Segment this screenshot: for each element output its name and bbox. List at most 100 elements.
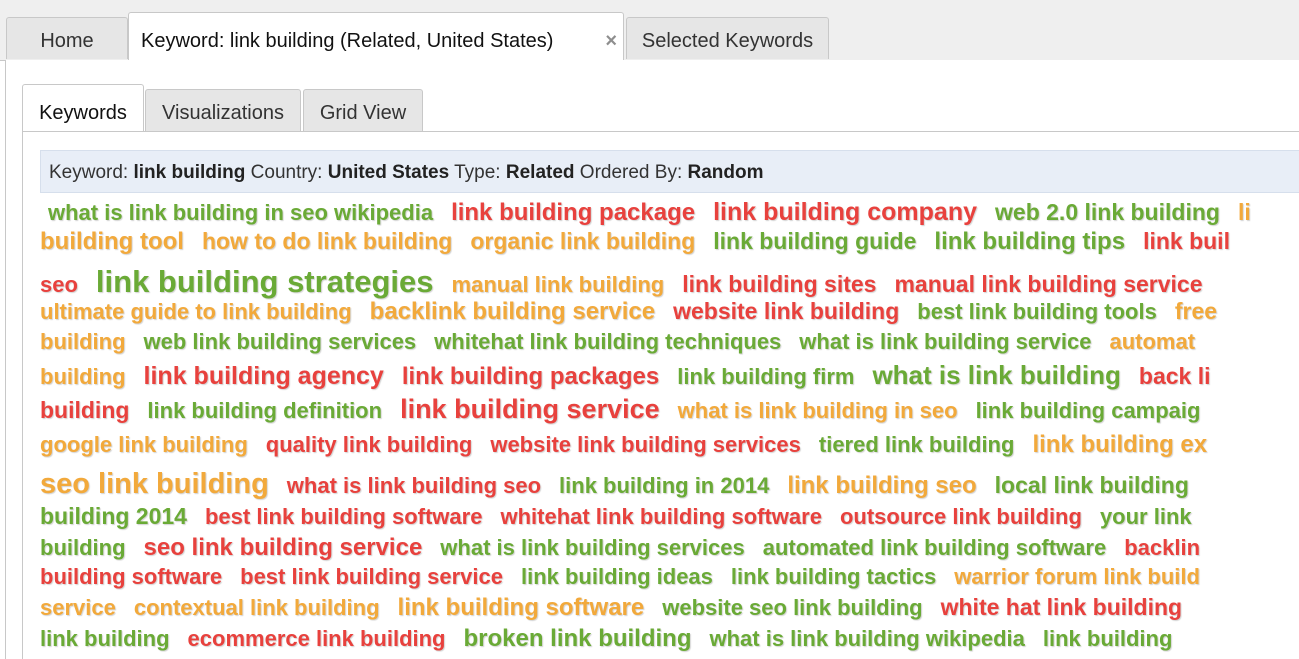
keyword-row: ultimate guide to link building backlink … <box>40 298 1235 330</box>
keyword-item[interactable]: automat <box>1109 329 1195 355</box>
keyword-item[interactable]: what is link building in seo wikipedia <box>48 200 433 226</box>
keyword-item[interactable]: free <box>1175 298 1217 325</box>
keyword-item[interactable]: backlin <box>1124 535 1200 561</box>
keyword-item[interactable]: what is link building service <box>799 329 1091 355</box>
keyword-label: Keyword: <box>49 162 129 183</box>
keyword-item[interactable]: broken link building <box>464 625 692 653</box>
keyword-item[interactable]: whitehat link building techniques <box>434 329 781 355</box>
keyword-item[interactable]: link building <box>1043 626 1173 652</box>
keyword-row: building tool how to do link building orga… <box>40 228 1248 260</box>
tab-keyword-label: Keyword: link building (Related, United … <box>141 30 554 52</box>
keyword-item[interactable]: building tool <box>40 228 184 256</box>
keyword-item[interactable]: li <box>1238 199 1251 226</box>
keyword-item[interactable]: link building firm <box>677 364 854 390</box>
keyword-item[interactable]: what is link building <box>872 360 1120 391</box>
keyword-row: building software best link building serv… <box>40 564 1218 596</box>
keyword-item[interactable]: building 2014 <box>40 503 187 530</box>
keyword-item[interactable]: best link building tools <box>917 299 1157 325</box>
keyword-item[interactable]: link buil <box>1143 228 1230 255</box>
keyword-item[interactable]: web 2.0 link building <box>995 199 1220 226</box>
keyword-row: google link building quality link buildin… <box>40 431 1225 463</box>
keyword-item[interactable]: building <box>40 535 126 561</box>
tab-selected-keywords-label: Selected Keywords <box>641 30 814 52</box>
country-value: United States <box>327 162 450 183</box>
keyword-item[interactable]: link building guide <box>713 228 916 255</box>
keyword-item[interactable]: link building strategies <box>96 264 434 300</box>
keyword-item[interactable]: tiered link building <box>819 432 1015 458</box>
keyword-item[interactable]: website link building services <box>490 432 801 458</box>
keyword-row: building web link building services whiteh… <box>40 329 1213 361</box>
keyword-item[interactable]: whitehat link building software <box>500 504 821 530</box>
keyword-item[interactable]: backlink building service <box>370 298 655 326</box>
keyword-item[interactable]: best link building service <box>240 564 503 590</box>
keyword-item[interactable]: white hat link building <box>941 594 1183 621</box>
keyword-item[interactable]: how to do link building <box>202 228 452 255</box>
keyword-item[interactable]: link building seo <box>787 472 976 500</box>
keyword-item[interactable]: website link building <box>673 298 899 325</box>
keyword-item[interactable]: google link building <box>40 432 248 458</box>
keyword-item[interactable]: what is link building wikipedia <box>710 626 1025 652</box>
keyword-row: building link building definition link bui… <box>40 394 1218 426</box>
keyword-item[interactable]: contextual link building <box>134 595 380 621</box>
keyword-item[interactable]: seo link building service <box>144 534 423 562</box>
keyword-item[interactable]: link building ideas <box>521 564 713 590</box>
type-value: Related <box>505 162 575 183</box>
keyword-item[interactable]: your link <box>1100 504 1192 530</box>
keyword-item[interactable]: link building tactics <box>731 564 936 590</box>
keyword-item[interactable]: what is link building services <box>440 535 744 561</box>
keyword-item[interactable]: ecommerce link building <box>188 626 446 652</box>
keyword-item[interactable]: outsource link building <box>840 504 1082 530</box>
tab-home[interactable]: Home <box>6 17 128 59</box>
keyword-item[interactable]: link building company <box>713 198 977 227</box>
keyword-item[interactable]: building <box>40 329 126 355</box>
keyword-item[interactable]: web link building services <box>144 329 417 355</box>
tab-keywords[interactable]: Keywords <box>22 84 144 132</box>
keyword-item[interactable]: building software <box>40 564 222 590</box>
keyword-value: link building <box>133 162 246 183</box>
keyword-item[interactable]: building <box>40 397 129 424</box>
tab-selected-keywords[interactable]: Selected Keywords <box>626 17 829 59</box>
keyword-item[interactable]: link building campaig <box>976 398 1201 424</box>
keyword-item[interactable]: quality link building <box>266 432 473 458</box>
keyword-item[interactable]: link building package <box>451 199 695 227</box>
keyword-item[interactable]: what is link building seo <box>287 473 541 499</box>
keyword-item[interactable]: what is link building in seo <box>678 398 958 424</box>
tab-keywords-label: Keywords <box>39 102 127 124</box>
keyword-row: seo link building what is link building s… <box>40 468 1207 500</box>
keyword-item[interactable]: ultimate guide to link building <box>40 299 352 325</box>
keyword-item[interactable]: automated link building software <box>763 535 1106 561</box>
keyword-row: seo link building strategies manual link b… <box>40 264 1221 299</box>
keyword-item[interactable]: link building <box>40 626 170 652</box>
keyword-item[interactable]: link building definition <box>147 398 382 424</box>
keyword-item[interactable]: service <box>40 595 116 621</box>
tab-grid-view-label: Grid View <box>319 102 407 124</box>
tab-visualizations[interactable]: Visualizations <box>145 89 301 131</box>
keyword-item[interactable]: seo link building <box>40 468 269 501</box>
keyword-item[interactable]: local link building <box>995 472 1189 499</box>
tab-keyword-link-building[interactable]: Keyword: link building (Related, United … <box>128 12 624 61</box>
keyword-item[interactable]: manual link building <box>452 272 665 298</box>
keyword-item[interactable]: manual link building service <box>894 271 1202 298</box>
keyword-item[interactable]: link building packages <box>402 363 659 391</box>
keyword-item[interactable]: link building service <box>400 394 660 425</box>
keyword-item[interactable]: link building in 2014 <box>559 473 769 499</box>
keyword-item[interactable]: warrior forum link build <box>954 564 1200 590</box>
keyword-item[interactable]: best link building software <box>205 504 482 530</box>
keyword-item[interactable]: link building software <box>398 594 645 622</box>
ordered-by-value: Random <box>687 162 764 183</box>
keyword-item[interactable]: back li <box>1139 363 1211 390</box>
tab-home-label: Home <box>40 30 94 52</box>
search-info-bar: Keyword: link building Country: United S… <box>40 150 1299 193</box>
tab-grid-view[interactable]: Grid View <box>303 89 423 131</box>
keyword-item[interactable]: website seo link building <box>662 595 922 621</box>
keyword-item[interactable]: link building sites <box>682 271 876 298</box>
keyword-item[interactable]: seo <box>40 272 78 298</box>
type-label: Type: <box>454 162 501 183</box>
keyword-row: service contextual link building link buil… <box>40 594 1200 626</box>
keyword-item[interactable]: building <box>40 364 126 390</box>
keyword-item[interactable]: link building agency <box>144 362 384 391</box>
keyword-row: building 2014 best link building software… <box>40 503 1210 535</box>
keyword-item[interactable]: link building tips <box>934 228 1125 256</box>
keyword-item[interactable]: link building ex <box>1032 431 1207 459</box>
keyword-item[interactable]: organic link building <box>470 228 695 255</box>
